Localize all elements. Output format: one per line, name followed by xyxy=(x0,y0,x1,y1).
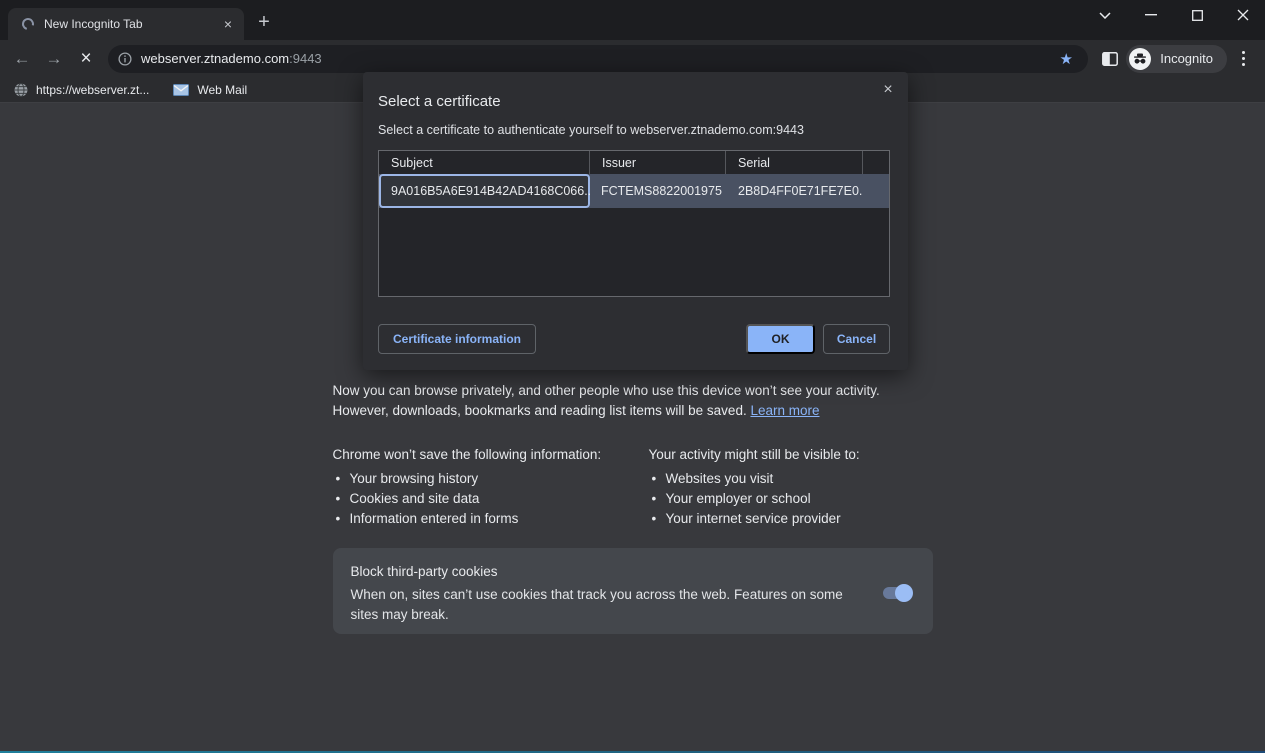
globe-icon xyxy=(14,83,28,97)
wont-save-heading: Chrome won’t save the following informat… xyxy=(333,445,649,465)
info-columns: Chrome won’t save the following informat… xyxy=(333,445,933,529)
incognito-intro: Now you can browse privately, and other … xyxy=(333,381,933,421)
third-party-cookies-card: Block third-party cookies When on, sites… xyxy=(333,548,933,634)
dialog-close-icon[interactable]: × xyxy=(878,80,898,100)
list-item: Your employer or school xyxy=(649,489,933,509)
side-panel-icon[interactable] xyxy=(1094,43,1126,75)
url-port: :9443 xyxy=(289,51,322,66)
list-item: Your browsing history xyxy=(333,469,649,489)
close-window-button[interactable] xyxy=(1227,2,1259,28)
address-bar[interactable]: webserver.ztnademo.com:9443 ★ xyxy=(108,45,1088,73)
maximize-button[interactable] xyxy=(1181,2,1213,28)
list-item: Your internet service provider xyxy=(649,509,933,529)
incognito-icon xyxy=(1133,53,1147,65)
site-info-icon[interactable] xyxy=(118,52,132,66)
wont-save-list: Your browsing history Cookies and site d… xyxy=(333,469,649,529)
tab-search-chevron-icon[interactable] xyxy=(1089,2,1121,28)
bookmark-star-icon[interactable]: ★ xyxy=(1054,47,1078,71)
list-item: Information entered in forms xyxy=(333,509,649,529)
cancel-button[interactable]: Cancel xyxy=(823,324,890,354)
browser-menu-icon[interactable] xyxy=(1227,43,1259,75)
tab-loading-spinner-icon xyxy=(20,16,36,32)
bookmark-label: https://webserver.zt... xyxy=(36,83,149,97)
forward-icon[interactable]: → xyxy=(38,43,70,75)
list-item: Websites you visit xyxy=(649,469,933,489)
url-host: webserver.ztnademo.com xyxy=(141,51,289,66)
cookies-card-title: Block third-party cookies xyxy=(351,564,915,579)
cookies-card-description: When on, sites can’t use cookies that tr… xyxy=(351,585,863,625)
tab-close-icon[interactable]: × xyxy=(220,16,236,32)
certificate-table: Subject Issuer Serial 9A016B5A6E914B42AD… xyxy=(378,150,890,297)
column-header-subject: Subject xyxy=(379,151,590,174)
certificate-information-button[interactable]: Certificate information xyxy=(378,324,536,354)
bookmark-item-webmail[interactable]: Web Mail xyxy=(173,83,247,97)
third-party-cookies-toggle[interactable] xyxy=(883,587,911,599)
wont-save-column: Chrome won’t save the following informat… xyxy=(333,445,649,529)
url-text: webserver.ztnademo.com:9443 xyxy=(141,51,322,66)
mail-icon xyxy=(173,84,189,96)
profile-badge-label: Incognito xyxy=(1160,51,1213,66)
column-header-serial: Serial xyxy=(726,151,863,174)
incognito-avatar xyxy=(1129,48,1151,70)
visible-to-heading: Your activity might still be visible to: xyxy=(649,445,933,465)
certificate-row-selected[interactable]: 9A016B5A6E914B42AD4168C066... FCTEMS8822… xyxy=(379,174,889,208)
bookmark-label: Web Mail xyxy=(197,83,247,97)
select-certificate-dialog: × Select a certificate Select a certific… xyxy=(363,72,908,370)
ok-button[interactable]: OK xyxy=(746,324,815,354)
tab-strip: New Incognito Tab × + xyxy=(0,0,1265,40)
column-header-issuer: Issuer xyxy=(590,151,726,174)
minimize-button[interactable] xyxy=(1135,2,1167,28)
toggle-thumb xyxy=(895,584,913,602)
dialog-title: Select a certificate xyxy=(378,93,890,110)
tab-title: New Incognito Tab xyxy=(44,17,220,31)
window-controls xyxy=(1089,2,1259,28)
new-tab-button[interactable]: + xyxy=(250,8,278,36)
visible-to-column: Your activity might still be visible to:… xyxy=(649,445,933,529)
cell-subject[interactable]: 9A016B5A6E914B42AD4168C066... xyxy=(379,174,590,208)
cell-issuer[interactable]: FCTEMS8822001975 xyxy=(590,174,726,208)
bookmark-item-webserver[interactable]: https://webserver.zt... xyxy=(14,83,149,97)
list-item: Cookies and site data xyxy=(333,489,649,509)
learn-more-link[interactable]: Learn more xyxy=(750,403,819,418)
visible-to-list: Websites you visit Your employer or scho… xyxy=(649,469,933,529)
stop-loading-icon[interactable]: × xyxy=(70,43,102,75)
certificate-table-header: Subject Issuer Serial xyxy=(379,151,889,174)
dialog-subtitle: Select a certificate to authenticate you… xyxy=(378,123,890,137)
dialog-buttons: Certificate information OK Cancel xyxy=(378,324,890,354)
back-icon[interactable]: ← xyxy=(6,43,38,75)
profile-badge[interactable]: Incognito xyxy=(1126,45,1227,73)
browser-window: New Incognito Tab × + ← → × xyxy=(0,0,1265,753)
cell-serial[interactable]: 2B8D4FF0E71FE7E0... xyxy=(726,174,863,208)
tab-new-incognito[interactable]: New Incognito Tab × xyxy=(8,8,244,40)
